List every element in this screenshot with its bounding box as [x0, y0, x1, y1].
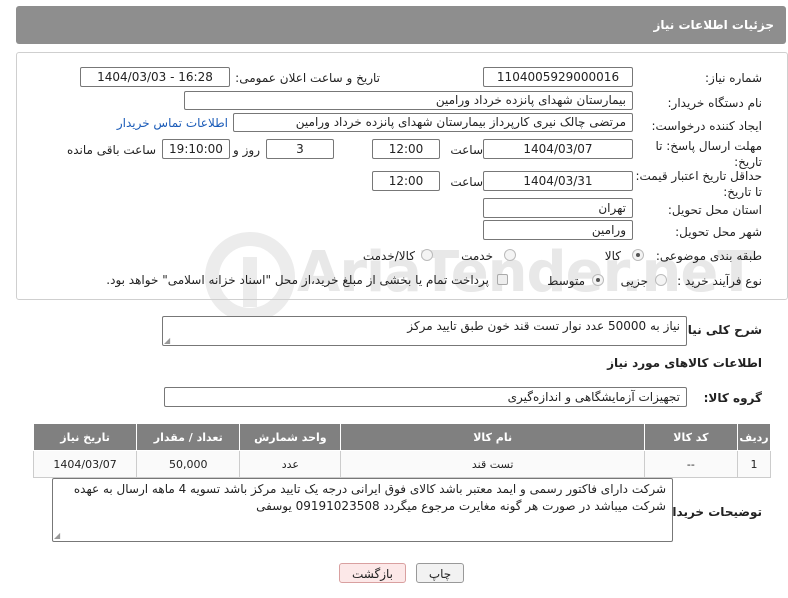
reply-time-label: ساعت — [450, 143, 483, 157]
cell-code: -- — [643, 450, 738, 478]
reply-time-field: 12:00 — [372, 139, 440, 159]
remaining-label: ساعت باقی مانده — [66, 143, 156, 157]
goods-table: ردیف کد کالا نام کالا واحد شمارش تعداد /… — [32, 423, 772, 478]
city-field: ورامین — [483, 220, 633, 240]
cell-row: 1 — [736, 450, 772, 478]
announce-field: 1404/03/03 - 16:28 — [80, 67, 230, 87]
goods-table-header: ردیف کد کالا نام کالا واحد شمارش تعداد /… — [32, 423, 772, 451]
reply-deadline-label: مهلت ارسال پاسخ: تا تاریخ: — [655, 139, 762, 169]
process-radio-minor[interactable] — [655, 274, 667, 286]
cell-qty: 50,000 — [136, 450, 241, 478]
col-unit: واحد شمارش — [239, 423, 342, 451]
process-radio-medium[interactable] — [592, 274, 604, 286]
process-label: نوع فرآیند خرید : — [677, 274, 762, 288]
need-number-label: شماره نیاز: — [705, 71, 762, 85]
announce-label: تاریخ و ساعت اعلان عمومی: — [235, 71, 380, 85]
resize-grip-icon[interactable]: ◢ — [54, 531, 60, 540]
col-name: نام کالا — [340, 423, 645, 451]
remaining-time-field: 19:10:00 — [162, 139, 230, 159]
col-qty: تعداد / مقدار — [136, 423, 241, 451]
province-field: تهران — [483, 198, 633, 218]
buyer-org-label: نام دستگاه خریدار: — [667, 96, 763, 110]
cell-unit: عدد — [239, 450, 342, 478]
treasury-checkbox[interactable] — [497, 274, 508, 285]
description-field[interactable]: نیاز به 50000 عدد نوار تست قند خون طبق ت… — [162, 316, 687, 346]
buyer-notes-field[interactable]: شرکت دارای فاکتور رسمی و ایمد معتبر باشد… — [52, 478, 673, 542]
price-time-field: 12:00 — [372, 171, 440, 191]
creator-field: مرتضی چالک نیری کارپرداز بیمارستان شهدای… — [233, 113, 633, 132]
description-label: شرح کلی نیاز: — [676, 323, 762, 337]
buyer-org-field: بیمارستان شهدای پانزده خرداد ورامین — [184, 91, 633, 110]
creator-label: ایجاد کننده درخواست: — [651, 119, 762, 133]
need-number-field: 1104005929000016 — [483, 67, 633, 87]
print-button[interactable]: چاپ — [416, 563, 464, 583]
reply-date-field: 1404/03/07 — [483, 139, 633, 159]
col-date: تاریخ نیاز — [32, 423, 138, 451]
buyer-notes-text: شرکت دارای فاکتور رسمی و ایمد معتبر باشد… — [73, 482, 666, 513]
page-title: جزئیات اطلاعات نیاز — [653, 18, 774, 32]
process-option-minor: جزیی — [620, 274, 648, 288]
city-label: شهر محل تحویل: — [675, 225, 762, 239]
goods-group-field: تجهیزات آزمایشگاهی و اندازه‌گیری — [164, 387, 687, 407]
category-option-service: خدمت — [461, 249, 493, 263]
category-radio-goods-service[interactable] — [421, 249, 433, 261]
price-validity-label: حداقل تاریخ اعتبار قیمت: تا تاریخ: — [635, 169, 762, 199]
buyer-notes-label: توضیحات خریدار: — [660, 505, 762, 519]
goods-section-title: اطلاعات کالاهای مورد نیاز — [607, 356, 762, 370]
days-field: 3 — [266, 139, 334, 159]
back-button[interactable]: بازگشت — [339, 563, 406, 583]
page-header: جزئیات اطلاعات نیاز — [16, 6, 786, 44]
process-option-medium: متوسط — [547, 274, 585, 288]
category-radio-goods[interactable] — [632, 249, 644, 261]
category-label: طبقه بندی موضوعی: — [655, 249, 762, 263]
resize-grip-icon[interactable]: ◢ — [164, 336, 170, 345]
category-option-goods-service: کالا/خدمت — [362, 249, 415, 263]
col-row: ردیف — [736, 423, 772, 451]
category-option-goods: کالا — [604, 249, 621, 263]
contact-info-link[interactable]: اطلاعات تماس خریدار — [117, 116, 228, 130]
price-time-label: ساعت — [450, 175, 483, 189]
payment-note: پرداخت تمام یا بخشی از مبلغ خرید،از محل … — [106, 273, 489, 287]
cell-date: 1404/03/07 — [32, 450, 138, 478]
province-label: استان محل تحویل: — [667, 203, 762, 217]
category-radio-service[interactable] — [504, 249, 516, 261]
col-code: کد کالا — [643, 423, 738, 451]
cell-name: تست قند — [340, 450, 645, 478]
goods-group-label: گروه کالا: — [703, 391, 762, 405]
days-label: روز و — [233, 143, 260, 157]
price-date-field: 1404/03/31 — [483, 171, 633, 191]
table-row: 1 -- تست قند عدد 50,000 1404/03/07 — [32, 450, 772, 478]
